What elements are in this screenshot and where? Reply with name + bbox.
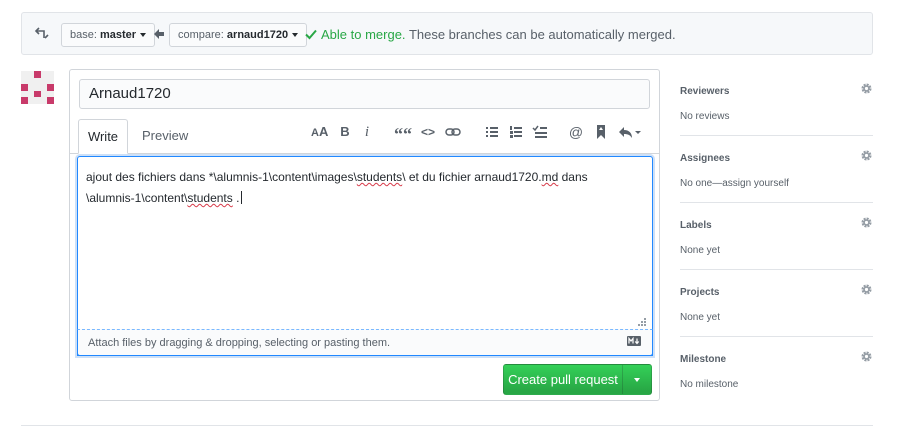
sidebar-divider (680, 202, 873, 203)
body-text: \ et du fichier arnaud1720. (402, 170, 542, 184)
body-text: dans (558, 170, 588, 184)
reply-icon[interactable] (618, 124, 642, 140)
description-line-2: \alumnis-1\content\students . (86, 188, 644, 209)
page-divider (21, 425, 873, 426)
compare-branch-name: arnaud1720 (226, 29, 289, 41)
gear-icon[interactable] (860, 283, 873, 296)
chevron-down-icon (292, 33, 299, 38)
chevron-down-icon (634, 378, 640, 382)
merge-status: Able to merge. These branches can be aut… (305, 27, 676, 42)
attach-hint: Attach files by dragging & dropping, sel… (88, 337, 391, 349)
base-branch-select[interactable]: base: master (61, 23, 156, 47)
misspelled-word: students (187, 191, 233, 205)
sidebar-milestone: Milestone No milestone (680, 351, 873, 390)
bookmark-icon[interactable] (593, 124, 609, 140)
create-options-dropdown[interactable] (622, 364, 652, 395)
body-text: ajout des fichiers dans *\alumnis-1\cont… (86, 170, 357, 184)
create-pull-request-button[interactable]: Create pull request (503, 364, 623, 395)
projects-title: Projects (680, 287, 720, 298)
attach-files-bar[interactable]: Attach files by dragging & dropping, sel… (77, 329, 653, 356)
markdown-icon[interactable] (627, 336, 641, 346)
bold-button[interactable]: B (337, 124, 353, 140)
avatar (21, 71, 54, 104)
text-cursor (241, 191, 243, 204)
gear-icon[interactable] (860, 216, 873, 229)
chevron-down-icon (140, 33, 147, 38)
assign-yourself-link[interactable]: No one—assign yourself (680, 178, 873, 189)
code-button[interactable]: <> (420, 124, 436, 140)
sidebar-divider (680, 336, 873, 337)
labels-value: None yet (680, 245, 721, 256)
gear-icon[interactable] (860, 149, 873, 162)
sidebar-assignees: Assignees No one—assign yourself (680, 150, 873, 189)
milestone-value: No milestone (680, 379, 739, 390)
sidebar-divider (680, 135, 873, 136)
check-icon (305, 29, 317, 40)
misspelled-word: md (541, 170, 559, 184)
sidebar-projects: Projects None yet (680, 284, 873, 323)
description-textarea[interactable]: ajout des fichiers dans *\alumnis-1\cont… (77, 156, 653, 356)
base-prefix: base: (70, 29, 97, 41)
body-text: . (232, 191, 240, 205)
gear-icon[interactable] (860, 82, 873, 95)
italic-button[interactable]: i (359, 124, 375, 140)
pull-request-form: Arnaud1720 Write Preview AA B i ““ <> @ … (69, 69, 660, 401)
tab-preview[interactable]: Preview (142, 128, 188, 143)
compare-bar: base: master compare: arnaud1720 Able to… (21, 12, 873, 55)
quote-button[interactable]: ““ (394, 124, 412, 144)
resize-grip-icon[interactable] (637, 317, 647, 327)
misspelled-word: students (356, 170, 403, 184)
compare-branch-select[interactable]: compare: arnaud1720 (169, 23, 308, 47)
compare-arrows-icon (34, 27, 49, 39)
description-line-1: ajout des fichiers dans *\alumnis-1\cont… (86, 167, 644, 188)
gear-icon[interactable] (860, 350, 873, 363)
unordered-list-icon[interactable] (484, 124, 500, 140)
tab-write[interactable]: Write (78, 119, 128, 154)
projects-value: None yet (680, 312, 721, 323)
assignees-title: Assignees (680, 153, 731, 164)
sidebar-reviewers: Reviewers No reviews (680, 83, 873, 122)
milestone-title: Milestone (680, 354, 727, 365)
merge-detail-text: These branches can be automatically merg… (408, 27, 676, 42)
compare-prefix: compare: (178, 29, 224, 41)
title-input[interactable]: Arnaud1720 (79, 79, 650, 109)
text-size-icon[interactable]: AA (311, 124, 328, 140)
mention-icon[interactable]: @ (568, 124, 584, 140)
base-branch-name: master (99, 29, 137, 41)
task-list-icon[interactable] (532, 124, 548, 140)
reviewers-value: No reviews (680, 111, 730, 122)
tabs-divider (70, 153, 659, 154)
sidebar-divider (680, 269, 873, 270)
body-text: \alumnis-1\content\ (86, 191, 188, 205)
link-icon[interactable] (445, 124, 461, 140)
reviewers-title: Reviewers (680, 86, 730, 97)
sidebar-labels: Labels None yet (680, 217, 873, 256)
merge-ok-text: Able to merge. (321, 27, 406, 42)
ordered-list-icon[interactable] (508, 124, 524, 140)
labels-title: Labels (680, 220, 712, 231)
arrow-left-icon (154, 29, 164, 39)
